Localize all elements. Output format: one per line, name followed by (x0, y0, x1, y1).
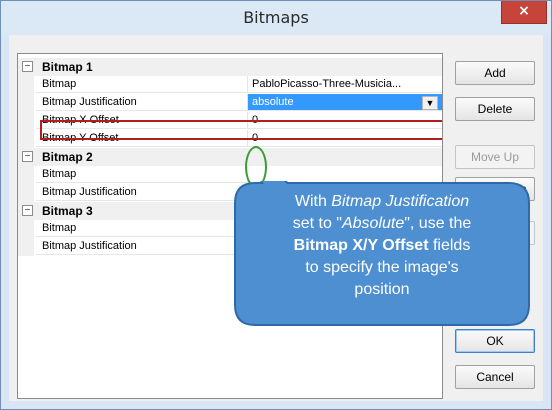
callout-text-part: With (294, 193, 332, 210)
row-gutter (18, 166, 34, 184)
row-gutter (18, 184, 34, 202)
property-name: Bitmap Y Offset (36, 130, 248, 147)
annotation-callout: With Bitmap Justification set to "Absolu… (233, 181, 531, 329)
chevron-down-icon[interactable]: ▼ (422, 96, 438, 110)
property-name: Bitmap (36, 166, 248, 183)
collapse-icon[interactable]: − (22, 205, 33, 216)
property-value[interactable]: 0 (248, 112, 442, 129)
add-button[interactable]: Add (455, 61, 535, 85)
callout-text-part: position (354, 281, 410, 298)
property-name: Bitmap Justification (36, 94, 248, 111)
property-row-x-offset[interactable]: Bitmap X Offset 0 (18, 112, 442, 130)
row-gutter (18, 220, 34, 238)
row-gutter (18, 112, 34, 130)
justification-value: absolute (252, 96, 294, 108)
property-name: Bitmap Justification (36, 238, 248, 255)
category-bitmap-1[interactable]: − Bitmap 1 (18, 58, 442, 76)
collapse-icon[interactable]: − (22, 61, 33, 72)
collapse-icon[interactable]: − (22, 151, 33, 162)
row-gutter (18, 130, 34, 148)
move-up-button[interactable]: Move Up (455, 145, 535, 169)
row-gutter (18, 76, 34, 94)
category-label: Bitmap 3 (42, 204, 93, 218)
callout-text-italic: Bitmap Justification (331, 193, 470, 210)
row-gutter (18, 94, 34, 112)
delete-button[interactable]: Delete (455, 97, 535, 121)
category-bitmap-2[interactable]: − Bitmap 2 (18, 148, 442, 166)
callout-text-part: to specify the image's (305, 259, 459, 276)
title-bar[interactable]: Bitmaps × (1, 1, 551, 35)
property-row-y-offset[interactable]: Bitmap Y Offset 0 (18, 130, 442, 148)
property-name: Bitmap (36, 76, 248, 93)
property-value[interactable]: 0 (248, 130, 442, 147)
property-row-justification[interactable]: Bitmap Justification absolute ▼ (18, 94, 442, 112)
cancel-button[interactable]: Cancel (455, 365, 535, 389)
property-name: Bitmap Justification (36, 184, 248, 201)
category-label: Bitmap 1 (42, 60, 93, 74)
ok-button[interactable]: OK (455, 329, 535, 353)
window-title: Bitmaps (243, 8, 309, 27)
property-row-bitmap[interactable]: Bitmap PabloPicasso-Three-Musicia... (18, 76, 442, 94)
callout-text-part: fields (428, 237, 471, 254)
category-label: Bitmap 2 (42, 150, 93, 164)
close-button[interactable]: × (501, 1, 547, 24)
bitmaps-dialog: Bitmaps × − Bitmap 1 Bitmap PabloPicasso… (0, 0, 552, 410)
callout-text: With Bitmap Justification set to "Absolu… (233, 181, 531, 329)
property-value[interactable]: PabloPicasso-Three-Musicia... (248, 76, 442, 93)
callout-text-italic: Absolute (341, 215, 405, 232)
callout-text-bold: Bitmap X/Y Offset (293, 237, 429, 254)
callout-text-part: set to " (292, 215, 342, 232)
justification-select[interactable]: absolute ▼ (248, 94, 442, 111)
callout-text-part: ", use the (404, 215, 472, 232)
row-gutter (18, 238, 34, 256)
property-name: Bitmap (36, 220, 248, 237)
property-name: Bitmap X Offset (36, 112, 248, 129)
